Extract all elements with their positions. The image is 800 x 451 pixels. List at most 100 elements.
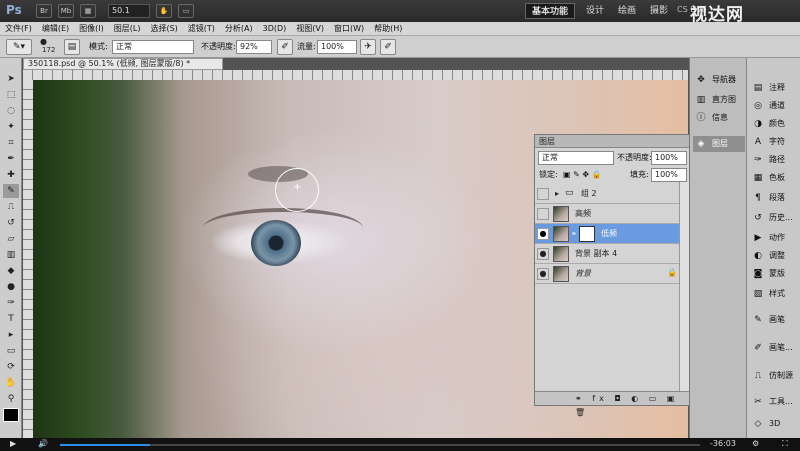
brush-tool-preset-icon[interactable]: ✎▾ bbox=[6, 39, 32, 55]
mode-select[interactable]: 正常 bbox=[112, 40, 194, 54]
move-tool-icon[interactable]: ➤ bbox=[3, 72, 19, 86]
settings-icon[interactable]: ⚙ bbox=[752, 439, 759, 448]
menu-file[interactable]: 文件(F) bbox=[0, 22, 37, 36]
dock-clone-source[interactable]: ⎍ 仿制源 bbox=[750, 368, 800, 384]
dodge-tool-icon[interactable]: ● bbox=[3, 280, 19, 294]
menu-image[interactable]: 图像(I) bbox=[74, 22, 109, 36]
dock-history[interactable]: ↺ 历史... bbox=[750, 210, 800, 226]
hand-tool-icon[interactable]: ✋ bbox=[3, 376, 19, 390]
dock-layers[interactable]: ◈ 图层 bbox=[693, 136, 745, 152]
3d-rotate-tool-icon[interactable]: ⟳ bbox=[3, 360, 19, 374]
dock-paragraph[interactable]: ¶ 段落 bbox=[750, 190, 800, 206]
workspace-essentials[interactable]: 基本功能 bbox=[525, 3, 576, 19]
layer-opacity-field[interactable]: 100% bbox=[651, 151, 687, 165]
layer-row-high-freq[interactable]: 高频 bbox=[535, 204, 680, 224]
eyedropper-tool-icon[interactable]: ✒ bbox=[3, 152, 19, 166]
type-tool-icon[interactable]: T bbox=[3, 312, 19, 326]
menu-help[interactable]: 帮助(H) bbox=[369, 22, 407, 36]
character-icon: A bbox=[754, 137, 762, 147]
dock-swatches[interactable]: ▦ 色板 bbox=[750, 170, 800, 186]
blend-mode-select[interactable]: 正常 bbox=[538, 151, 614, 165]
workspace-photography[interactable]: 摄影 bbox=[644, 3, 674, 19]
lock-icons[interactable]: ▣ ✎ ✥ 🔒 bbox=[563, 168, 602, 182]
dock-navigator[interactable]: ✥ 导航器 bbox=[693, 72, 745, 88]
path-select-tool-icon[interactable]: ▸ bbox=[3, 328, 19, 342]
pressure-size-icon[interactable]: ✐ bbox=[380, 39, 396, 55]
screen-mode-icon[interactable]: ▭ bbox=[178, 4, 194, 18]
dock-3d[interactable]: ◇ 3D bbox=[750, 416, 800, 432]
eraser-tool-icon[interactable]: ▱ bbox=[3, 232, 19, 246]
dock-tool-presets[interactable]: ✂ 工具... bbox=[750, 394, 800, 410]
menu-3d[interactable]: 3D(D) bbox=[258, 22, 292, 36]
dock-notes[interactable]: ▤ 注释 bbox=[750, 80, 800, 96]
gradient-tool-icon[interactable]: ▥ bbox=[3, 248, 19, 262]
dock-paths[interactable]: ✑ 路径 bbox=[750, 152, 800, 168]
progress-track[interactable] bbox=[60, 444, 700, 446]
workspace-design[interactable]: 设计 bbox=[580, 3, 610, 19]
shape-tool-icon[interactable]: ▭ bbox=[3, 344, 19, 358]
blur-tool-icon[interactable]: ◆ bbox=[3, 264, 19, 278]
layer-row-low-freq[interactable]: ● ⚭ 低频 bbox=[535, 224, 680, 244]
dock-character[interactable]: A 字符 bbox=[750, 134, 800, 150]
layer-mask-thumbnail[interactable] bbox=[579, 226, 595, 242]
menu-layer[interactable]: 图层(L) bbox=[109, 22, 146, 36]
zoom-level-field[interactable]: 50.1 bbox=[108, 4, 150, 18]
bridge-icon[interactable]: Br bbox=[36, 4, 52, 18]
flow-field[interactable]: 100% bbox=[317, 40, 357, 54]
workspace-painting[interactable]: 绘画 bbox=[612, 3, 642, 19]
dock-info[interactable]: ⓘ 信息 bbox=[693, 110, 745, 126]
eye-icon[interactable]: ● bbox=[537, 248, 549, 260]
menu-edit[interactable]: 编辑(E) bbox=[37, 22, 74, 36]
link-icon[interactable]: ⚭ bbox=[571, 230, 577, 238]
lasso-tool-icon[interactable]: ◌ bbox=[3, 104, 19, 118]
layer-row-group-2[interactable]: ▸ ▭ 组 2 bbox=[535, 184, 680, 204]
menu-filter[interactable]: 滤镜(T) bbox=[183, 22, 220, 36]
document-tab[interactable]: 350118.psd @ 50.1% (低频, 图层蒙版/8) * bbox=[23, 58, 223, 70]
zoom-tool-icon[interactable]: ⚲ bbox=[3, 392, 19, 406]
layers-scrollbar[interactable] bbox=[679, 182, 689, 392]
crop-tool-icon[interactable]: ⌗ bbox=[3, 136, 19, 150]
dock-brushes[interactable]: ✎ 画笔 bbox=[750, 312, 800, 328]
layer-row-bg-copy-4[interactable]: ● 背景 副本 4 bbox=[535, 244, 680, 264]
menu-select[interactable]: 选择(S) bbox=[145, 22, 182, 36]
clone-stamp-tool-icon[interactable]: ⎍ bbox=[3, 200, 19, 214]
brush-preview-icon[interactable]: ● bbox=[40, 37, 47, 46]
brush-panel-icon[interactable]: ▤ bbox=[64, 39, 80, 55]
quick-select-tool-icon[interactable]: ✦ bbox=[3, 120, 19, 134]
play-icon[interactable]: ▶ bbox=[10, 439, 16, 448]
foreground-color-swatch[interactable] bbox=[3, 408, 19, 422]
arrange-icon[interactable]: ▦ bbox=[80, 4, 96, 18]
eye-icon[interactable]: ● bbox=[537, 228, 549, 240]
fill-field[interactable]: 100% bbox=[651, 168, 687, 182]
dock-color[interactable]: ◑ 颜色 bbox=[750, 116, 800, 132]
menu-window[interactable]: 窗口(W) bbox=[329, 22, 369, 36]
brush-tool-icon[interactable]: ✎ bbox=[3, 184, 19, 198]
visibility-toggle-off[interactable] bbox=[537, 208, 549, 220]
marquee-tool-icon[interactable]: ⬚ bbox=[3, 88, 19, 102]
mini-bridge-button[interactable]: Mb bbox=[58, 4, 74, 18]
expand-arrow-icon[interactable]: ▸ bbox=[555, 189, 559, 198]
fullscreen-icon[interactable]: ⛶ bbox=[782, 439, 788, 449]
volume-icon[interactable]: 🔊 bbox=[38, 439, 48, 448]
eye-icon[interactable]: ● bbox=[537, 268, 549, 280]
dock-styles[interactable]: ▧ 样式 bbox=[750, 286, 800, 302]
dock-histogram[interactable]: ▥ 直方图 bbox=[693, 92, 745, 108]
healing-tool-icon[interactable]: ✚ bbox=[3, 168, 19, 182]
visibility-toggle-off[interactable] bbox=[537, 188, 549, 200]
dock-adjustments[interactable]: ◐ 调整 bbox=[750, 248, 800, 264]
opacity-field[interactable]: 92% bbox=[236, 40, 272, 54]
hand-icon[interactable]: ✋ bbox=[156, 4, 172, 18]
dock-masks[interactable]: ◙ 蒙版 bbox=[750, 266, 800, 282]
history-brush-tool-icon[interactable]: ↺ bbox=[3, 216, 19, 230]
dock-brush-presets[interactable]: ✐ 画笔... bbox=[750, 340, 800, 356]
pen-tool-icon[interactable]: ✑ bbox=[3, 296, 19, 310]
brush-size-value[interactable]: 172 bbox=[42, 46, 55, 54]
pressure-opacity-icon[interactable]: ✐ bbox=[277, 39, 293, 55]
dock-channels[interactable]: ◎ 通道 bbox=[750, 98, 800, 114]
menu-analysis[interactable]: 分析(A) bbox=[220, 22, 258, 36]
airbrush-icon[interactable]: ✈ bbox=[360, 39, 376, 55]
layers-footer-buttons[interactable]: ⚭ fx ◘ ◐ ▭ ▣ 🗑 bbox=[535, 391, 691, 417]
menu-view[interactable]: 视图(V) bbox=[291, 22, 329, 36]
dock-actions[interactable]: ▶ 动作 bbox=[750, 230, 800, 246]
layer-row-background[interactable]: ● 背景 🔒 bbox=[535, 264, 680, 284]
